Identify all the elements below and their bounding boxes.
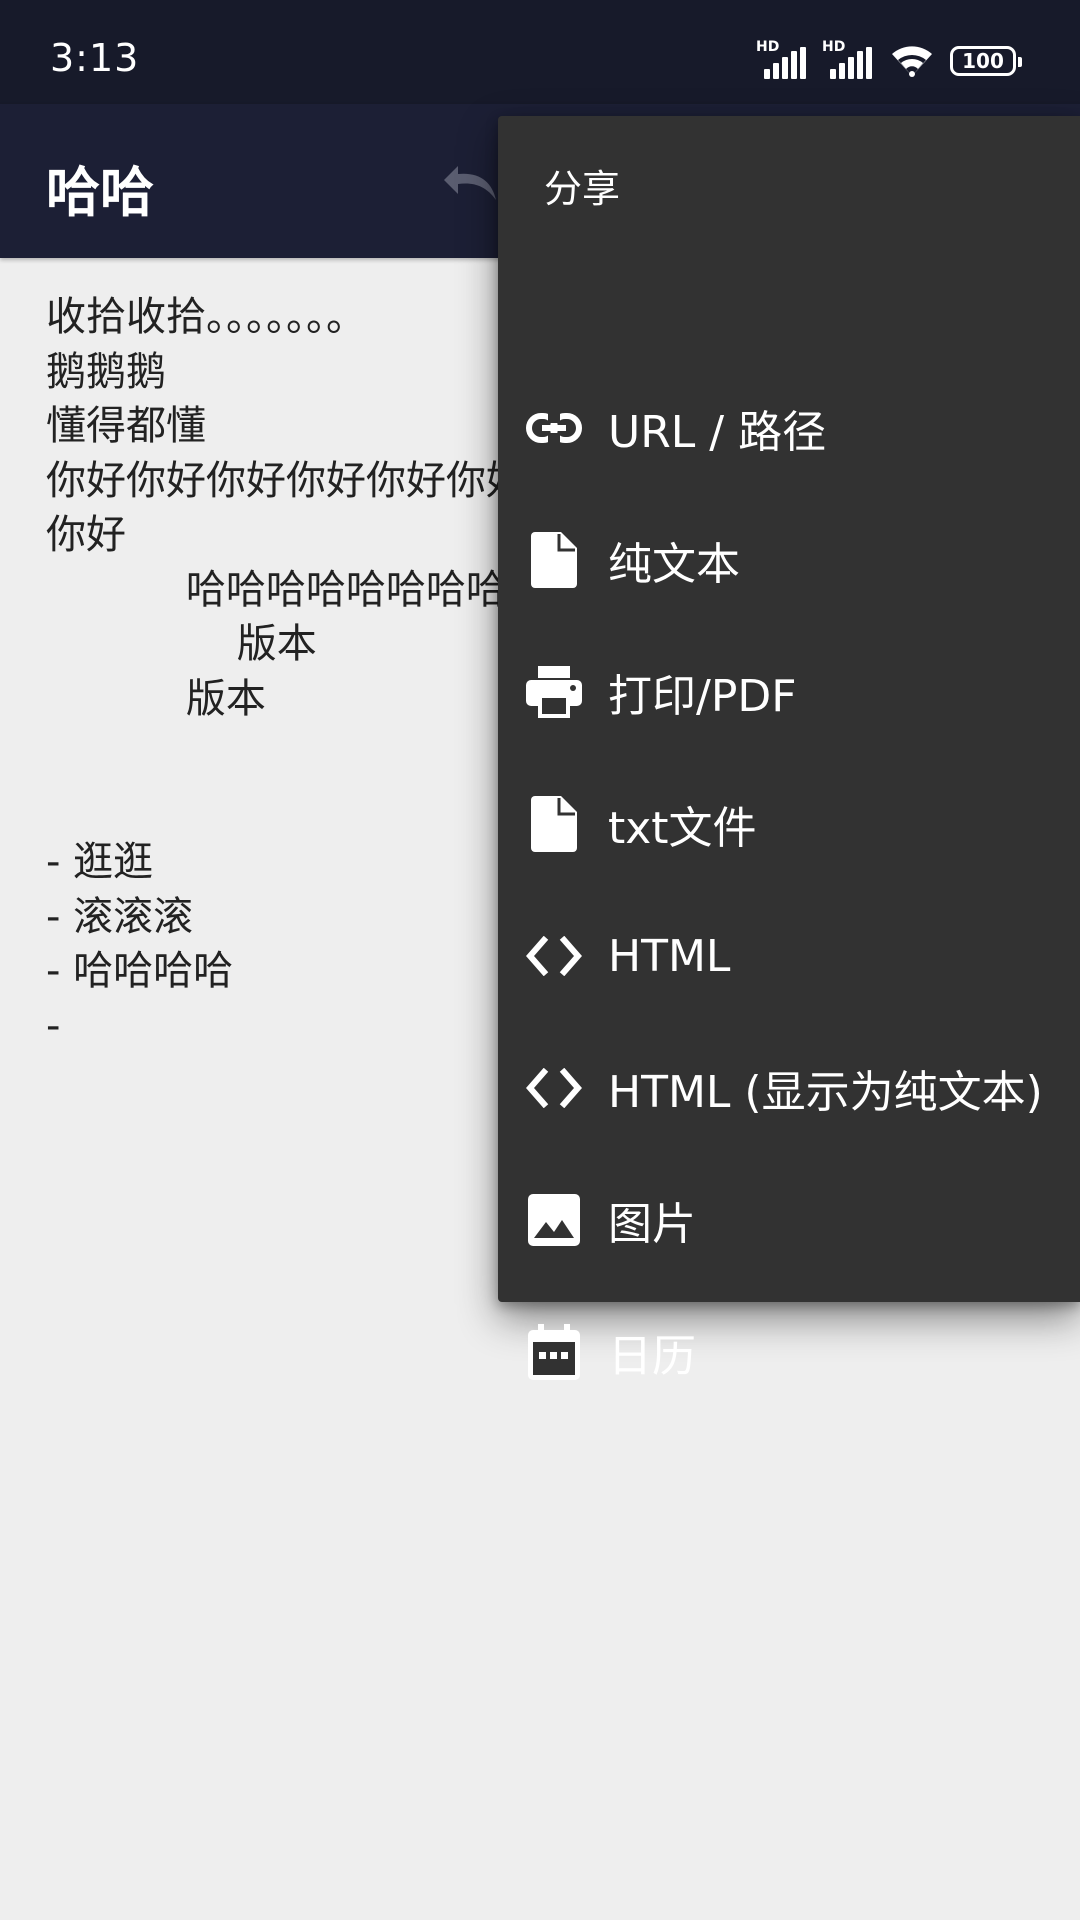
menu-item-label: txt文件: [608, 803, 757, 854]
status-time: 3:13: [50, 36, 140, 80]
menu-item-label: URL / 路径: [608, 407, 827, 458]
undo-icon[interactable]: [440, 156, 504, 206]
menu-item-url-path[interactable]: URL / 路径: [498, 362, 1080, 494]
signal-icon: HD: [756, 39, 808, 79]
code-icon: [524, 1058, 584, 1118]
image-icon: [524, 1190, 584, 1250]
file-icon: [524, 794, 584, 854]
status-icons: HD HD 100: [756, 39, 1022, 80]
menu-item-txt-file[interactable]: txt文件: [498, 758, 1080, 890]
menu-item-plain-text[interactable]: 纯文本: [498, 494, 1080, 626]
link-icon: [524, 398, 584, 458]
menu-item-html[interactable]: HTML: [498, 890, 1080, 1022]
battery-level: 100: [962, 49, 1004, 73]
share-menu: 分享 URL / 路径 纯文本 打印/PDF txt文件 HTML HTML (…: [498, 116, 1080, 1382]
menu-item-image[interactable]: 图片: [498, 1154, 1080, 1286]
menu-item-print-pdf[interactable]: 打印/PDF: [498, 626, 1080, 758]
menu-item-calendar[interactable]: 日历: [498, 1286, 1080, 1418]
page-title: 哈哈: [46, 161, 154, 224]
menu-item-label: 打印/PDF: [608, 671, 797, 722]
menu-item-label: 图片: [608, 1199, 696, 1250]
signal-icon: HD: [822, 39, 874, 79]
calendar-icon: [524, 1322, 584, 1382]
battery-icon: 100: [950, 46, 1022, 76]
menu-item-label: HTML (显示为纯文本): [608, 1067, 1043, 1118]
share-menu-header: 分享: [544, 167, 621, 211]
status-bar: 3:13 HD HD 100: [0, 0, 1080, 104]
code-icon: [524, 926, 584, 986]
menu-item-label: HTML: [608, 930, 731, 982]
wifi-icon: [892, 46, 932, 77]
print-icon: [524, 662, 584, 722]
menu-item-html-plain[interactable]: HTML (显示为纯文本): [498, 1022, 1080, 1154]
file-icon: [524, 530, 584, 590]
menu-item-label: 日历: [608, 1331, 696, 1382]
menu-item-label: 纯文本: [608, 539, 740, 590]
